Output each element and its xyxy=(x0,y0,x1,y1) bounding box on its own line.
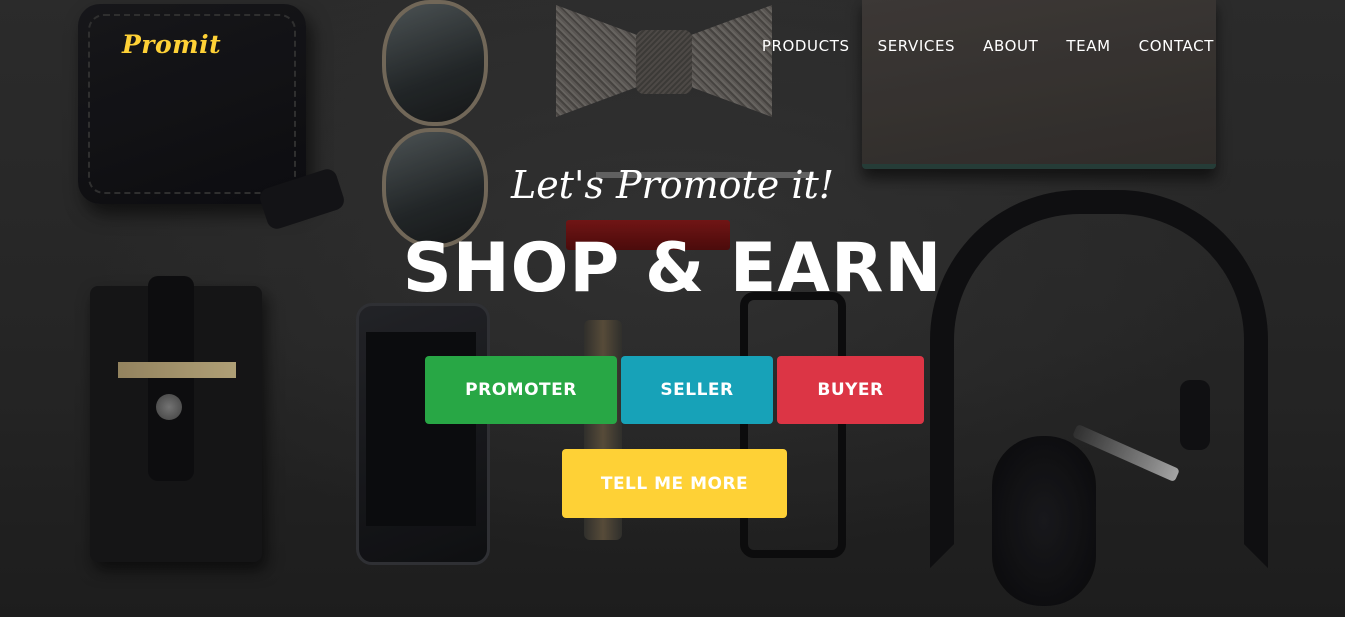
hero-subheading: Let's Promote it! xyxy=(510,163,835,207)
main-nav: PRODUCTS SERVICES ABOUT TEAM CONTACT xyxy=(748,36,1214,56)
nav-link-contact[interactable]: CONTACT xyxy=(1125,36,1214,56)
nav-link-about[interactable]: ABOUT xyxy=(969,36,1052,56)
seller-button[interactable]: SELLER xyxy=(621,356,773,424)
brand-logo[interactable]: Promit xyxy=(122,30,221,59)
nav-link-products[interactable]: PRODUCTS xyxy=(748,36,864,56)
nav-link-services[interactable]: SERVICES xyxy=(864,36,970,56)
buyer-button[interactable]: BUYER xyxy=(777,356,924,424)
hero-heading: SHOP & EARN xyxy=(402,229,943,308)
tell-me-more-button[interactable]: TELL ME MORE xyxy=(562,449,787,518)
promoter-button[interactable]: PROMOTER xyxy=(425,356,617,424)
nav-link-team[interactable]: TEAM xyxy=(1052,36,1124,56)
